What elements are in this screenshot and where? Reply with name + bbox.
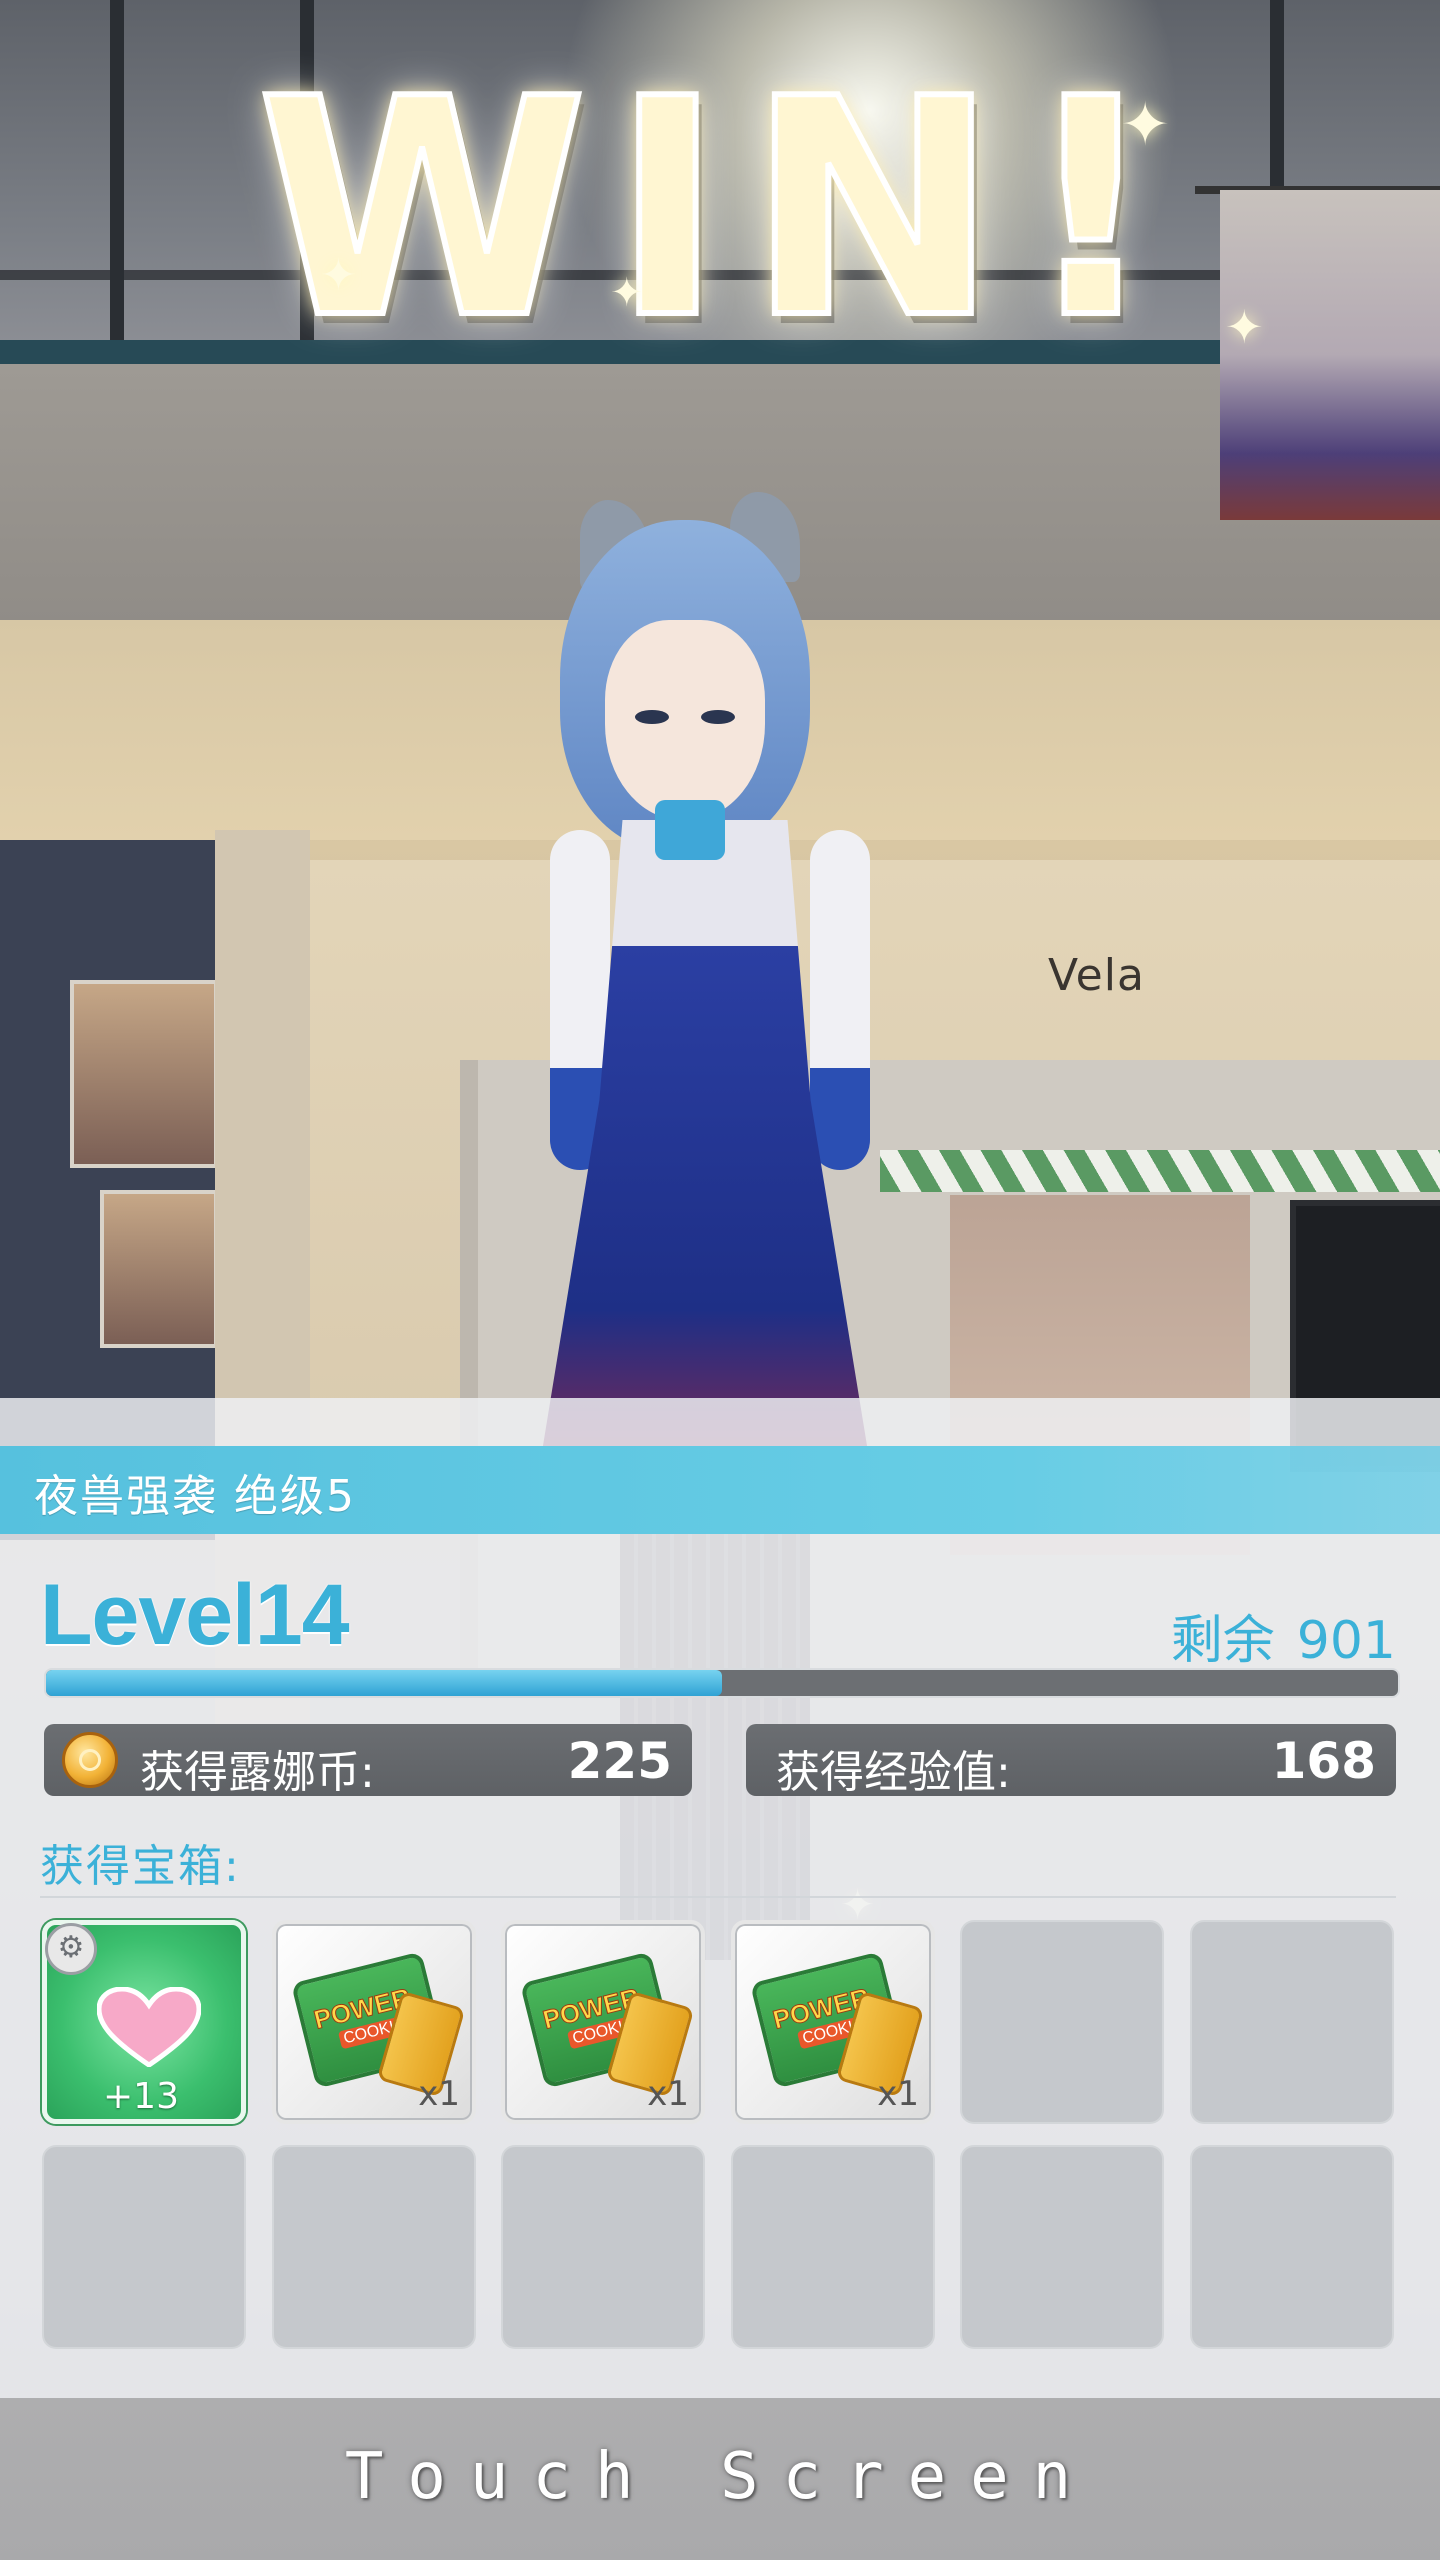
character-arm — [810, 830, 870, 1170]
coins-earned-value: 225 — [567, 1732, 672, 1790]
stage-name: 夜兽强袭 绝级5 — [34, 1471, 356, 1522]
chest-quantity: x1 — [418, 2074, 460, 2114]
stage-header-bar: 夜兽强袭 绝级5 — [0, 1446, 1440, 1534]
chest-slot-power-cookie[interactable]: POWER COOKIE x1 — [731, 1920, 935, 2124]
chest-slot-empty — [960, 1920, 1164, 2124]
chest-slot-empty — [960, 2145, 1164, 2349]
chest-quantity: x1 — [647, 2074, 689, 2114]
character-eye — [635, 710, 669, 724]
chest-slot-empty — [1190, 1920, 1394, 2124]
chest-quantity: x1 — [877, 2074, 919, 2114]
exp-remaining: 剩余 901 — [1171, 1598, 1396, 1673]
luna-coin-icon — [62, 1732, 118, 1788]
exp-progress-bar — [44, 1668, 1400, 1698]
exp-earned-box: 获得经验值: 168 — [746, 1724, 1396, 1798]
exp-remaining-label: 剩余 — [1170, 1611, 1275, 1671]
player-level: Level14 — [40, 1567, 350, 1663]
chest-quantity: +13 — [103, 2076, 179, 2117]
coins-earned-label: 获得露娜币: — [140, 1747, 375, 1798]
chest-slot-power-cookie[interactable]: POWER COOKIE x1 — [501, 1920, 705, 2124]
coins-earned-box: 获得露娜币: 225 — [44, 1724, 692, 1798]
wall-poster — [100, 1190, 218, 1348]
exp-earned-value: 168 — [1271, 1732, 1376, 1790]
gear-icon: ⚙ — [45, 1923, 97, 1975]
chest-slot-empty — [42, 2145, 246, 2349]
store-sign: Vela — [1048, 950, 1145, 1001]
chest-slot-heart[interactable]: ⚙ +13 — [42, 1920, 246, 2124]
heart-icon — [97, 1987, 201, 2067]
wall-poster — [70, 980, 218, 1168]
chest-slot-empty — [731, 2145, 935, 2349]
exp-remaining-value: 901 — [1296, 1611, 1396, 1671]
sparkle-icon: ✦ — [1225, 300, 1264, 354]
chest-divider — [40, 1896, 1396, 1898]
chest-slot-power-cookie[interactable]: POWER COOKIE x1 — [272, 1920, 476, 2124]
touch-screen-prompt[interactable]: Touch Screen — [0, 2440, 1440, 2514]
chests-earned-label: 获得宝箱: — [40, 1841, 241, 1892]
battle-result-panel: 夜兽强袭 绝级5 Level14 剩余 901 获得露娜币: 225 获得经验值:… — [0, 1398, 1440, 2398]
chest-slot-empty — [272, 2145, 476, 2349]
sparkle-icon: ✦ — [610, 270, 644, 316]
striped-awning — [880, 1150, 1440, 1192]
exp-earned-label: 获得经验值: — [776, 1747, 1011, 1798]
exp-progress-fill — [46, 1670, 722, 1696]
chest-slot-empty — [1190, 2145, 1394, 2349]
win-title: WIN! — [254, 35, 1184, 384]
sparkle-icon: ✦ — [320, 250, 357, 301]
sparkle-icon: ✦ — [1120, 90, 1171, 160]
chest-slot-empty — [501, 2145, 705, 2349]
character-face — [605, 620, 765, 820]
character-bow — [655, 800, 725, 860]
character-eye — [701, 710, 735, 724]
